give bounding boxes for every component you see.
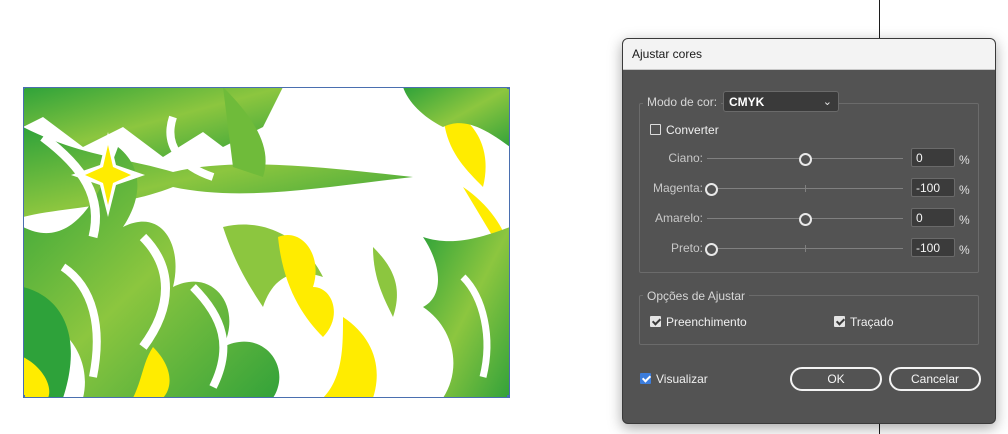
yellow-slider-handle[interactable] [799,213,812,226]
black-label: Preto: [670,241,703,255]
yellow-label: Amarelo: [654,211,703,225]
cyan-slider-handle[interactable] [799,153,812,166]
cyan-unit: % [959,153,970,167]
magenta-unit: % [959,183,970,197]
ok-button[interactable]: OK [790,367,882,391]
preview-checkbox[interactable] [640,373,651,384]
black-value-input[interactable]: -100 [911,238,955,257]
fill-checkbox[interactable] [650,316,661,327]
cyan-value-input[interactable]: 0 [911,148,955,167]
black-slider-track[interactable] [705,243,903,256]
convert-checkbox[interactable] [650,124,661,135]
chevron-down-icon: ⌄ [822,96,832,108]
cyan-slider-track[interactable] [707,153,903,166]
stroke-checkbox[interactable] [834,316,845,327]
black-slider-handle[interactable] [705,243,718,256]
cyan-label: Ciano: [668,151,703,165]
artwork-floral-pattern[interactable] [23,87,510,398]
slider-tick [805,245,806,252]
stroke-label: Traçado [850,315,894,329]
dialog-title[interactable]: Ajustar cores [623,39,995,70]
color-mode-select[interactable]: CMYK ⌄ [723,91,839,112]
adjust-colors-dialog: Ajustar cores Modo de cor: CMYK ⌄ Conver… [622,38,996,424]
yellow-value-input[interactable]: 0 [911,208,955,227]
fill-label: Preenchimento [666,315,747,329]
magenta-slider-handle[interactable] [705,183,718,196]
color-mode-label: Modo de cor: [643,95,722,109]
magenta-value-input[interactable]: -100 [911,178,955,197]
magenta-label: Magenta: [652,181,703,195]
cancel-button[interactable]: Cancelar [889,367,981,391]
adjust-options-label: Opções de Ajustar [643,289,750,303]
color-mode-value: CMYK [729,95,765,109]
preview-label: Visualizar [656,372,708,386]
convert-label: Converter [666,123,719,137]
black-unit: % [959,243,970,257]
slider-tick [805,185,806,192]
yellow-unit: % [959,213,970,227]
magenta-slider-track[interactable] [705,183,903,196]
yellow-slider-track[interactable] [707,213,903,226]
